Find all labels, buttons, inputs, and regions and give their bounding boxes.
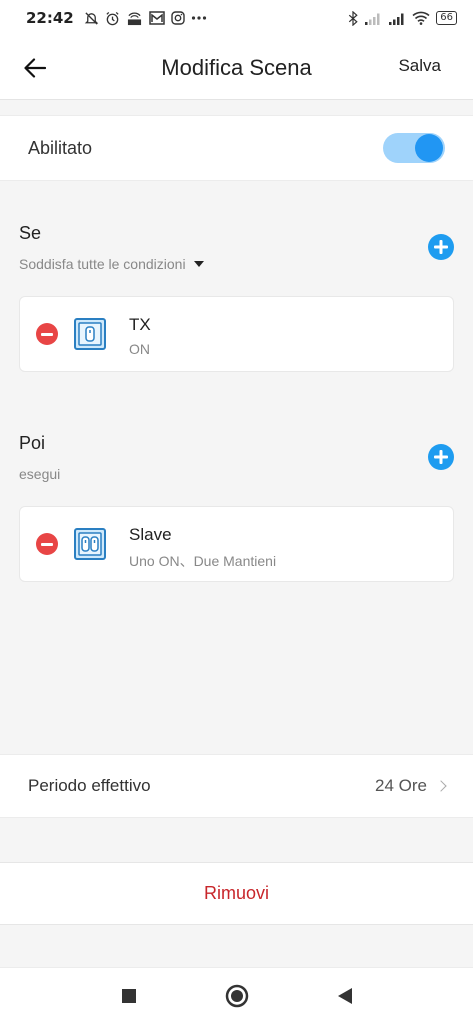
save-button[interactable]: Salva — [398, 56, 441, 76]
action-card[interactable]: Slave Uno ON、Due Mantieni — [19, 506, 454, 582]
recents-button[interactable] — [115, 982, 143, 1010]
app-header: Modifica Scena Salva — [0, 36, 473, 100]
signal-icon — [389, 13, 404, 25]
chevron-right-icon — [435, 780, 447, 792]
home-button[interactable] — [223, 982, 251, 1010]
condition-device-name: TX — [129, 315, 151, 334]
condition-device-state: ON — [129, 341, 150, 357]
hd-data-icon — [127, 12, 141, 25]
effective-period-label: Periodo effettivo — [28, 776, 151, 795]
condition-mode-selector[interactable]: Soddisfa tutte le condizioni — [19, 256, 204, 272]
caret-down-icon — [193, 261, 204, 267]
muted-bell-icon — [84, 11, 98, 25]
status-icons-left — [84, 11, 207, 26]
alarm-icon — [106, 11, 119, 25]
mail-icon — [149, 11, 165, 25]
remove-condition-button[interactable] — [36, 323, 58, 345]
system-navigation-bar — [0, 967, 473, 1024]
then-section-subtitle: esegui — [19, 466, 60, 482]
more-dots-icon — [191, 16, 206, 20]
remove-scene-label: Rimuovi — [203, 883, 269, 903]
enabled-row: Abilitato — [0, 115, 473, 181]
then-section-title: Poi — [19, 433, 46, 453]
back-button[interactable] — [24, 50, 64, 86]
condition-mode-label: Soddisfa tutte le condizioni — [19, 256, 186, 272]
toggle-knob — [415, 134, 443, 162]
back-nav-button[interactable] — [331, 982, 359, 1010]
single-switch-icon — [74, 318, 106, 350]
effective-period-row[interactable]: Periodo effettivo 24 Ore — [0, 754, 473, 818]
arrow-left-icon — [24, 58, 46, 78]
square-recents-icon — [121, 989, 136, 1003]
bluetooth-icon — [349, 10, 358, 26]
triangle-back-icon — [337, 988, 352, 1004]
then-subtitle-label: esegui — [19, 466, 61, 482]
status-time: 22:42 — [26, 9, 74, 27]
add-condition-button[interactable] — [428, 234, 454, 260]
action-device-name: Slave — [129, 525, 172, 544]
enabled-label: Abilitato — [28, 137, 93, 158]
remove-scene-button[interactable]: Rimuovi — [0, 862, 473, 925]
instagram-icon — [171, 11, 185, 25]
effective-period-value: 24 Ore — [375, 776, 427, 795]
if-section-title: Se — [19, 223, 42, 243]
circle-home-icon — [225, 984, 248, 1008]
wifi-icon — [412, 11, 430, 25]
signal-icon — [365, 13, 380, 25]
condition-card[interactable]: TX ON — [19, 296, 454, 372]
action-device-state: Uno ON、Due Mantieni — [129, 553, 277, 569]
battery-indicator: 66 — [436, 11, 457, 25]
status-bar: 22:42 66 — [0, 0, 473, 36]
remove-action-button[interactable] — [36, 533, 58, 555]
effective-period-value-wrap: 24 Ore — [375, 776, 447, 796]
add-action-button[interactable] — [428, 444, 454, 470]
double-switch-icon — [74, 528, 106, 560]
status-icons-right: 66 — [348, 10, 457, 26]
enabled-toggle[interactable] — [383, 133, 445, 163]
